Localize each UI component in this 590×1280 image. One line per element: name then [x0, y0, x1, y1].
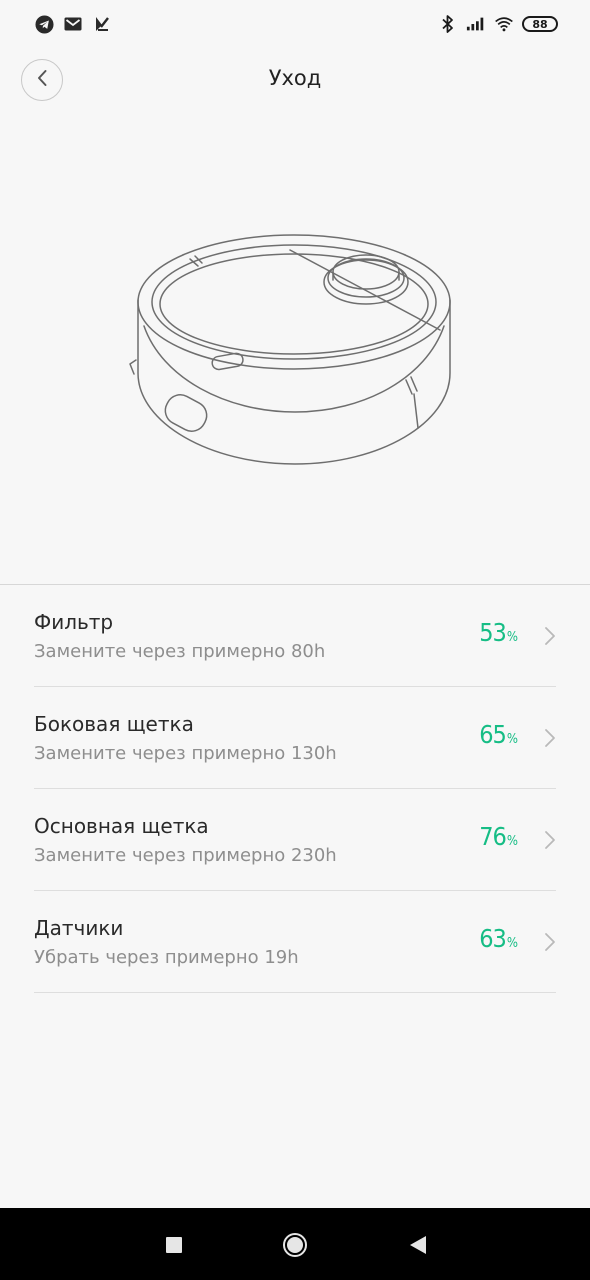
list-item-sensors[interactable]: Датчики Убрать через примерно 19h 63% [0, 891, 590, 993]
header: Уход [0, 52, 590, 108]
percent-value: 76 [479, 822, 507, 851]
item-percent: 76% [479, 822, 518, 851]
list-item-main-brush[interactable]: Основная щетка Замените через примерно 2… [0, 789, 590, 891]
item-divider [34, 992, 556, 993]
status-left [34, 14, 112, 34]
percent-value: 63 [479, 924, 507, 953]
battery-indicator: 88 [522, 16, 558, 32]
signal-icon [466, 14, 486, 34]
item-title: Датчики [34, 916, 124, 940]
item-subtitle: Замените через примерно 130h [34, 743, 337, 764]
cast-icon [92, 14, 112, 34]
item-percent: 53% [479, 618, 518, 647]
telegram-icon [34, 14, 54, 34]
list-item-side-brush[interactable]: Боковая щетка Замените через примерно 13… [0, 687, 590, 789]
percent-value: 53 [479, 618, 507, 647]
robot-vacuum-illustration [120, 228, 470, 472]
back-icon[interactable] [408, 1234, 428, 1256]
gmail-icon [63, 14, 83, 34]
chevron-right-icon [543, 727, 557, 749]
status-bar: 88 [0, 0, 590, 52]
item-title: Основная щетка [34, 814, 209, 838]
maintenance-list: Фильтр Замените через примерно 80h 53% Б… [0, 585, 590, 993]
chevron-right-icon [543, 829, 557, 851]
status-right: 88 [438, 14, 558, 34]
page-title: Уход [268, 66, 322, 90]
navigation-bar [0, 1208, 590, 1280]
percent-sign: % [506, 630, 518, 645]
percent-value: 65 [479, 720, 507, 749]
percent-sign: % [506, 732, 518, 747]
item-title: Боковая щетка [34, 712, 194, 736]
chevron-right-icon [543, 931, 557, 953]
item-subtitle: Замените через примерно 80h [34, 641, 326, 662]
percent-sign: % [506, 834, 518, 849]
item-percent: 63% [479, 924, 518, 953]
recent-apps-icon[interactable] [166, 1237, 182, 1253]
percent-sign: % [506, 936, 518, 951]
home-icon[interactable] [282, 1232, 308, 1258]
item-subtitle: Убрать через примерно 19h [34, 947, 299, 968]
item-percent: 65% [479, 720, 518, 749]
bluetooth-icon [438, 14, 458, 34]
chevron-right-icon [543, 625, 557, 647]
item-subtitle: Замените через примерно 230h [34, 845, 337, 866]
wifi-icon [494, 14, 514, 34]
list-item-filter[interactable]: Фильтр Замените через примерно 80h 53% [0, 585, 590, 687]
item-title: Фильтр [34, 610, 114, 634]
